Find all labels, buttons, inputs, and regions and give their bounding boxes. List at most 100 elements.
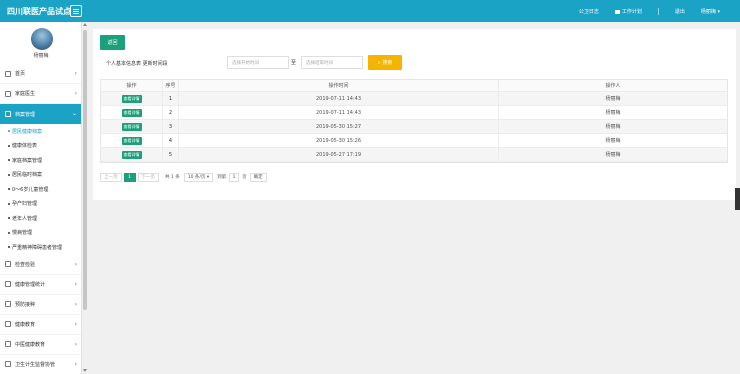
col-action: 操作 — [101, 80, 163, 91]
search-icon: ⌕ — [377, 59, 381, 66]
chevron-right-icon: › — [74, 340, 77, 348]
scroll-down-icon[interactable] — [83, 369, 87, 372]
view-details-button[interactable]: 查看详情 — [121, 94, 142, 103]
table-row: 查看详情 5 2019-05-27 17:19 杨丽梅 — [101, 148, 727, 162]
bullet-icon — [8, 202, 10, 205]
row-time: 2019-05-30 15:27 — [179, 120, 499, 133]
user-menu[interactable]: 杨丽梅 ▾ — [701, 8, 720, 15]
row-user: 杨丽梅 — [605, 138, 621, 144]
pagination: 上一页 1 下一页 共 1 条 10 条/页 ▾ 到第 1 页 确定 — [100, 172, 267, 182]
sub-item-family-records[interactable]: 家庭档案管理 — [0, 153, 81, 168]
bullet-icon — [8, 144, 10, 147]
nav-item-supervision[interactable]: 卫生计生监督协管 › — [0, 355, 81, 374]
scroll-thumb[interactable] — [83, 30, 87, 310]
bullet-icon — [8, 246, 10, 249]
row-no: 2 — [163, 106, 179, 119]
row-time: 2019-05-27 17:19 — [179, 148, 499, 161]
nav-menu: 首页 › 家庭医生 › 档案管理 ⌄ 居民健康档案 健康体检表 家庭档案管理 居民临时… — [0, 64, 81, 374]
nav-item-vaccination[interactable]: 预防接种 › — [0, 295, 81, 315]
side-feedback-tab[interactable] — [735, 188, 740, 210]
top-links: 公卫日志 工作计划 退出 杨丽梅 ▾ — [563, 8, 720, 15]
nav-item-home[interactable]: 首页 › — [0, 64, 81, 84]
menu-toggle-icon[interactable] — [70, 5, 82, 17]
calendar-icon — [614, 9, 620, 14]
link-logout[interactable]: 退出 — [675, 8, 685, 15]
sidebar-scrollbar[interactable] — [82, 22, 88, 374]
back-button[interactable]: 返回 — [100, 35, 125, 50]
doctor-icon — [5, 90, 11, 97]
view-details-button[interactable]: 查看详情 — [121, 108, 142, 117]
nav-item-tcm[interactable]: 中医健康教育 › — [0, 335, 81, 355]
chevron-right-icon: › — [74, 280, 77, 288]
goto-label: 到第 — [217, 175, 227, 180]
page-size-select[interactable]: 10 条/页 ▾ — [183, 172, 214, 182]
sidebar: 杨丽梅 首页 › 家庭医生 › 档案管理 ⌄ 居民健康档案 健康体检表 家庭档案管理 … — [0, 22, 82, 374]
confirm-page-button[interactable]: 确定 — [249, 172, 267, 182]
sub-item-mental[interactable]: 严重精神障碍患者管理 — [0, 240, 81, 255]
table-header: 操作 序号 操作时间 操作人 — [101, 80, 727, 92]
view-details-button[interactable]: 查看详情 — [121, 150, 142, 159]
page-1-button[interactable]: 1 — [123, 172, 136, 182]
scroll-up-icon[interactable] — [83, 23, 87, 26]
table-row: 查看详情 2 2019-07-11 14:43 杨丽梅 — [101, 106, 727, 120]
page-number-input[interactable]: 1 — [229, 172, 240, 182]
bullet-icon — [8, 173, 10, 176]
nav-item-inspection[interactable]: 检查检验 › — [0, 255, 81, 275]
nav-item-education[interactable]: 健康教育 › — [0, 315, 81, 335]
user-name: 杨丽梅 — [33, 53, 49, 59]
chevron-right-icon: › — [74, 260, 77, 268]
chevron-down-icon: ⌄ — [71, 110, 77, 117]
bullet-icon — [8, 231, 10, 234]
home-icon — [5, 70, 11, 77]
nav-item-family-doctor[interactable]: 家庭医生 › — [0, 84, 81, 104]
divider — [657, 8, 659, 15]
brand-title: 四川联医产品试点 — [7, 7, 71, 16]
sub-item-chronic[interactable]: 慢病管理 — [0, 226, 81, 241]
end-date-input[interactable]: 选择结束时间 — [301, 56, 363, 69]
stats-icon — [5, 281, 11, 287]
row-time: 2019-07-11 14:43 — [179, 106, 499, 119]
col-time: 操作时间 — [179, 80, 499, 91]
start-date-input[interactable]: 选择开始时间 — [227, 56, 289, 69]
col-user: 操作人 — [605, 83, 621, 89]
next-page-button[interactable]: 下一页 — [137, 172, 159, 182]
bullet-icon — [8, 217, 10, 220]
date-to-label: 至 — [291, 60, 297, 66]
bullet-icon — [8, 159, 10, 162]
row-user: 杨丽梅 — [605, 96, 621, 102]
row-time: 2019-07-11 14:43 — [179, 92, 499, 105]
sub-item-temp-records[interactable]: 居民临时档案 — [0, 168, 81, 183]
view-details-button[interactable]: 查看详情 — [121, 122, 142, 131]
nav-item-health-stats[interactable]: 健康管理统计 › — [0, 275, 81, 295]
row-no: 4 — [163, 134, 179, 147]
records-icon — [5, 111, 11, 117]
table-row: 查看详情 4 2019-05-30 15:26 杨丽梅 — [101, 134, 727, 148]
avatar — [31, 28, 53, 50]
chevron-right-icon: › — [74, 300, 77, 308]
table-row: 查看详情 3 2019-05-30 15:27 杨丽梅 — [101, 120, 727, 134]
sub-item-elderly[interactable]: 老年人管理 — [0, 211, 81, 226]
top-bar: 四川联医产品试点 公卫日志 工作计划 退出 杨丽梅 ▾ — [0, 0, 740, 22]
search-button[interactable]: ⌕ 搜索 — [368, 55, 402, 70]
link-plan[interactable]: 工作计划 — [614, 8, 642, 15]
sub-item-health-exam[interactable]: 健康体检表 — [0, 139, 81, 154]
link-log[interactable]: 公卫日志 — [579, 8, 599, 15]
view-details-button[interactable]: 查看详情 — [121, 136, 142, 145]
history-table: 操作 序号 操作时间 操作人 查看详情 1 2019-07-11 14:43 杨… — [100, 79, 728, 163]
row-user: 杨丽梅 — [605, 110, 621, 116]
row-no: 5 — [163, 148, 179, 161]
row-no: 3 — [163, 120, 179, 133]
bullet-icon — [8, 130, 10, 133]
filter-label: 个人基本信息表 更新时间段 — [106, 61, 168, 67]
sub-item-maternal[interactable]: 孕产妇管理 — [0, 197, 81, 212]
chevron-right-icon: › — [74, 320, 77, 328]
col-no: 序号 — [163, 80, 179, 91]
syringe-icon — [5, 301, 11, 307]
bullet-icon — [8, 188, 10, 191]
sub-item-resident-records[interactable]: 居民健康档案 — [0, 124, 81, 139]
nav-item-records[interactable]: 档案管理 ⌄ — [0, 104, 81, 124]
sub-item-child[interactable]: 0～6岁儿童管理 — [0, 182, 81, 197]
prev-page-button[interactable]: 上一页 — [100, 172, 122, 182]
supervision-icon — [5, 361, 11, 367]
inspection-icon — [5, 261, 11, 267]
